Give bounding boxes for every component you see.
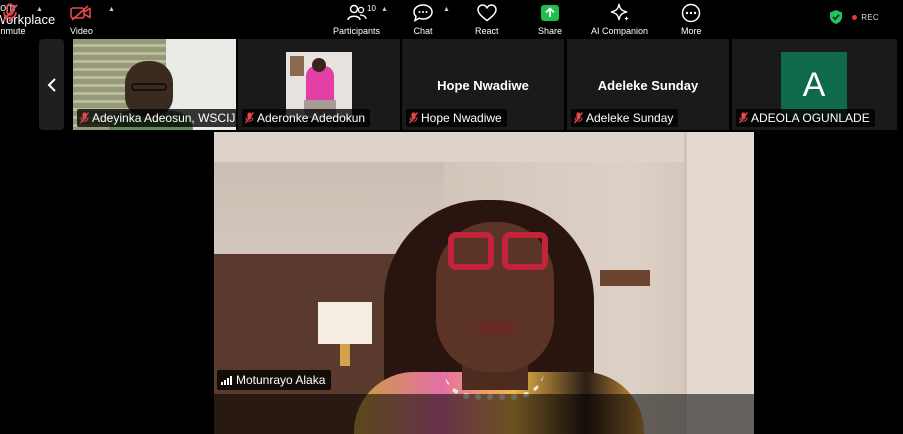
mic-muted-icon: [2, 3, 18, 22]
audio-options-caret[interactable]: ▲: [36, 6, 43, 13]
participant-tile-adeleke[interactable]: Adeleke Sunday Adeleke Sunday: [567, 39, 729, 130]
chat-options-caret[interactable]: ▲: [443, 6, 450, 13]
recording-label: REC: [861, 12, 879, 22]
more-icon: [682, 3, 701, 23]
video-options-caret[interactable]: ▲: [108, 6, 115, 13]
room-ceiling: [214, 132, 754, 162]
recording-indicator[interactable]: REC: [852, 13, 879, 22]
photo-person-face: [312, 58, 326, 72]
room-wall-hooks: [600, 270, 650, 286]
unmute-label: Unmute: [0, 26, 26, 36]
video-off-icon: [70, 5, 92, 21]
room-lamp-base: [340, 344, 350, 366]
participant-name: ADEOLA OGUNLADE: [751, 111, 870, 125]
participants-count: 10: [367, 4, 376, 13]
participant-tile-aderonke[interactable]: Aderonke Adedokun: [238, 39, 400, 130]
meeting-toolbar: [214, 394, 754, 434]
share-screen-icon: [541, 5, 560, 21]
participant-display-name: Adeleke Sunday: [597, 78, 699, 93]
ai-companion-label: AI Companion: [591, 26, 649, 36]
glasses-lens-right: [502, 232, 548, 270]
participant-name: Aderonke Adedokun: [257, 111, 366, 125]
toolbar-right-bg: [754, 394, 903, 434]
react-label: React: [475, 26, 499, 36]
share-button[interactable]: Share: [538, 2, 562, 36]
participant-name: Adeleke Sunday: [586, 111, 674, 125]
room-lamp-shade: [318, 302, 372, 344]
mic-muted-icon: [739, 112, 748, 124]
speaker-glasses: [448, 232, 548, 272]
heart-icon: [476, 4, 497, 22]
meeting-status: REC: [830, 10, 879, 24]
shield-check-icon[interactable]: [830, 10, 843, 24]
mic-muted-icon: [409, 112, 418, 124]
participant-name-label: Aderonke Adedokun: [242, 109, 371, 127]
more-label: More: [681, 26, 702, 36]
toolbar-left-bg: [0, 394, 214, 434]
participant-tile-adeyinka[interactable]: Adeyinka Adeosun, WSCIJ: [73, 39, 236, 130]
chat-button[interactable]: Chat: [413, 2, 433, 36]
participant-name-label: Adeyinka Adeosun, WSCIJ: [77, 109, 236, 127]
participants-options-caret[interactable]: ▲: [381, 6, 388, 13]
active-speaker-video[interactable]: Motunrayo Alaka: [214, 132, 754, 434]
participants-label: Participants: [333, 26, 381, 36]
share-label: Share: [538, 26, 563, 36]
photo-door: [290, 56, 304, 76]
participant-name: Adeyinka Adeosun, WSCIJ: [92, 111, 236, 125]
room-door: [684, 132, 754, 434]
participant-display-name: Hope Nwadiwe: [437, 78, 529, 93]
sparkle-icon: [610, 3, 629, 21]
participant-name-label: ADEOLA OGUNLADE: [736, 109, 875, 127]
ai-companion-button[interactable]: AI Companion: [591, 2, 648, 36]
participant-glasses: [131, 83, 167, 91]
participants-icon: [346, 4, 367, 21]
react-button[interactable]: React: [475, 2, 499, 36]
chat-label: Chat: [413, 26, 433, 36]
chevron-left-icon: [47, 77, 56, 92]
mic-muted-icon: [80, 112, 89, 124]
participant-name-label: Adeleke Sunday: [571, 109, 679, 127]
mic-muted-icon: [574, 112, 583, 124]
mic-muted-icon: [245, 112, 254, 124]
speaker-name-label: Motunrayo Alaka: [217, 370, 332, 390]
video-button[interactable]: Video: [70, 2, 93, 36]
unmute-button[interactable]: Unmute: [0, 2, 26, 36]
speaker-lips: [478, 322, 516, 334]
video-label: Video: [70, 26, 93, 36]
participant-name: Hope Nwadiwe: [421, 111, 502, 125]
participant-name-label: Hope Nwadiwe: [406, 109, 507, 127]
chat-icon: [413, 4, 433, 22]
speaker-name: Motunrayo Alaka: [236, 373, 326, 387]
more-button[interactable]: More: [681, 2, 702, 36]
participant-tile-adeola[interactable]: A ADEOLA OGUNLADE: [732, 39, 897, 130]
audio-level-icon: [221, 375, 232, 385]
glasses-lens-left: [448, 232, 494, 270]
participant-tile-hope[interactable]: Hope Nwadiwe Hope Nwadiwe: [402, 39, 564, 130]
gallery-prev-button[interactable]: [39, 39, 64, 130]
recording-dot-icon: [852, 14, 858, 20]
